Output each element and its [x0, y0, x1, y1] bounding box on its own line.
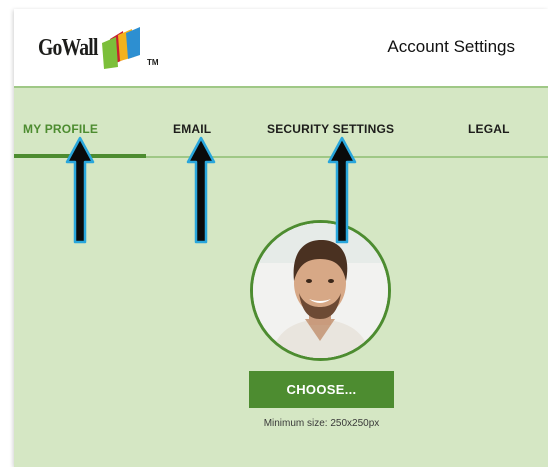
tab-security-settings[interactable]: SECURITY SETTINGS	[267, 122, 394, 136]
settings-tabs: MY PROFILE EMAIL SECURITY SETTINGS LEGAL	[14, 88, 548, 166]
header: GoWall TM Account Settings	[14, 9, 548, 88]
page-title: Account Settings	[387, 37, 515, 56]
active-tab-indicator	[14, 154, 146, 158]
logo-trademark: TM	[147, 58, 159, 67]
logo-mark-icon	[102, 27, 140, 69]
gowall-logo[interactable]: GoWall TM	[38, 27, 168, 77]
tab-legal[interactable]: LEGAL	[468, 122, 510, 136]
logo-text: GoWall	[38, 35, 98, 61]
choose-photo-button[interactable]: CHOOSE...	[249, 371, 394, 408]
tab-my-profile[interactable]: MY PROFILE	[23, 122, 98, 136]
profile-avatar	[250, 220, 391, 361]
minimum-size-hint: Minimum size: 250x250px	[263, 418, 380, 429]
account-settings-panel: GoWall TM Account Settings MY PROFILE EM…	[14, 9, 548, 467]
tab-email[interactable]: EMAIL	[173, 122, 211, 136]
profile-photo	[253, 223, 388, 358]
